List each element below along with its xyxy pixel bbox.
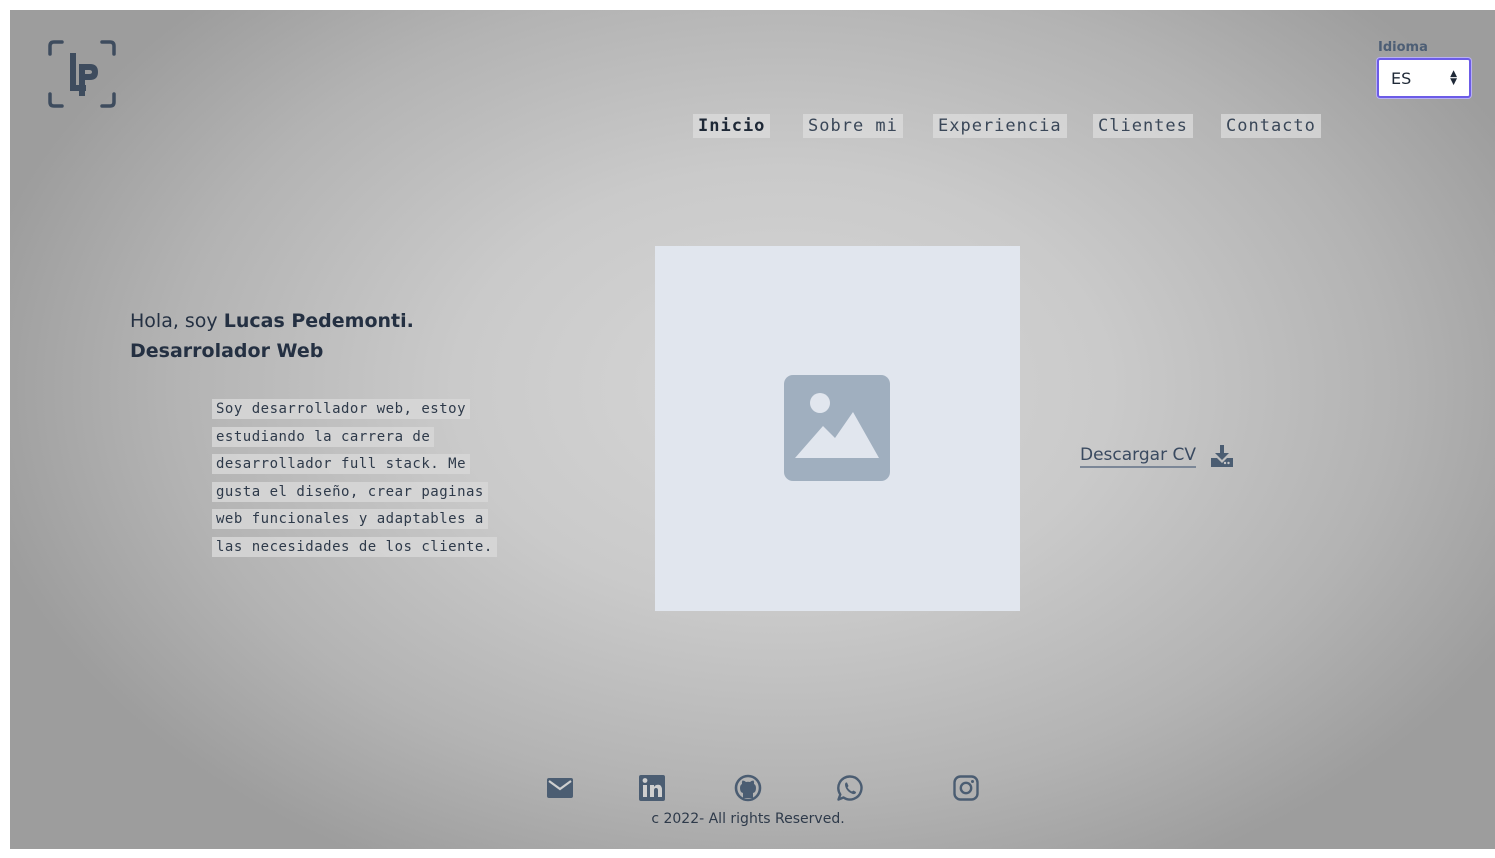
github-icon[interactable]	[734, 774, 762, 802]
language-select[interactable]: ES ▲ ▼	[1377, 58, 1471, 98]
language-selected-value: ES	[1391, 68, 1412, 88]
select-arrows-icon: ▲ ▼	[1450, 69, 1457, 87]
hero-name: Lucas Pedemonti.	[223, 310, 414, 332]
nav-item-experiencia[interactable]: Experiencia	[933, 114, 1067, 138]
page: Idioma ES ▲ ▼ Inicio Sobre mi Experiencia…	[10, 10, 1495, 849]
download-cv-button[interactable]: Descargar CV	[1080, 444, 1234, 468]
nav-item-sobre-mi[interactable]: Sobre mi	[803, 114, 903, 138]
download-icon	[1210, 445, 1233, 467]
email-icon[interactable]	[546, 774, 574, 802]
nav-item-clientes[interactable]: Clientes	[1093, 114, 1193, 138]
nav-item-contacto[interactable]: Contacto	[1221, 114, 1321, 138]
bio-text: Soy desarrollador web, estoy estudiando …	[212, 399, 497, 557]
profile-photo	[655, 246, 1020, 611]
copyright-text: c 2022- All rights Reserved.	[651, 811, 845, 827]
linkedin-icon[interactable]	[638, 774, 666, 802]
hero-role: Desarrolador Web	[130, 340, 324, 362]
language-label: Idioma	[1378, 40, 1428, 55]
image-placeholder-icon	[784, 375, 890, 481]
download-cv-label: Descargar CV	[1080, 445, 1196, 468]
instagram-icon[interactable]	[952, 774, 980, 802]
hero-bio: Soy desarrollador web, estoy estudiando …	[212, 396, 502, 561]
logo[interactable]	[46, 38, 118, 110]
whatsapp-icon[interactable]	[836, 774, 864, 802]
nav-item-inicio[interactable]: Inicio	[693, 114, 771, 138]
hero-intro: Hola, soy Lucas Pedemonti. Desarrolador …	[130, 306, 414, 366]
greeting-text: Hola, soy	[130, 310, 224, 332]
